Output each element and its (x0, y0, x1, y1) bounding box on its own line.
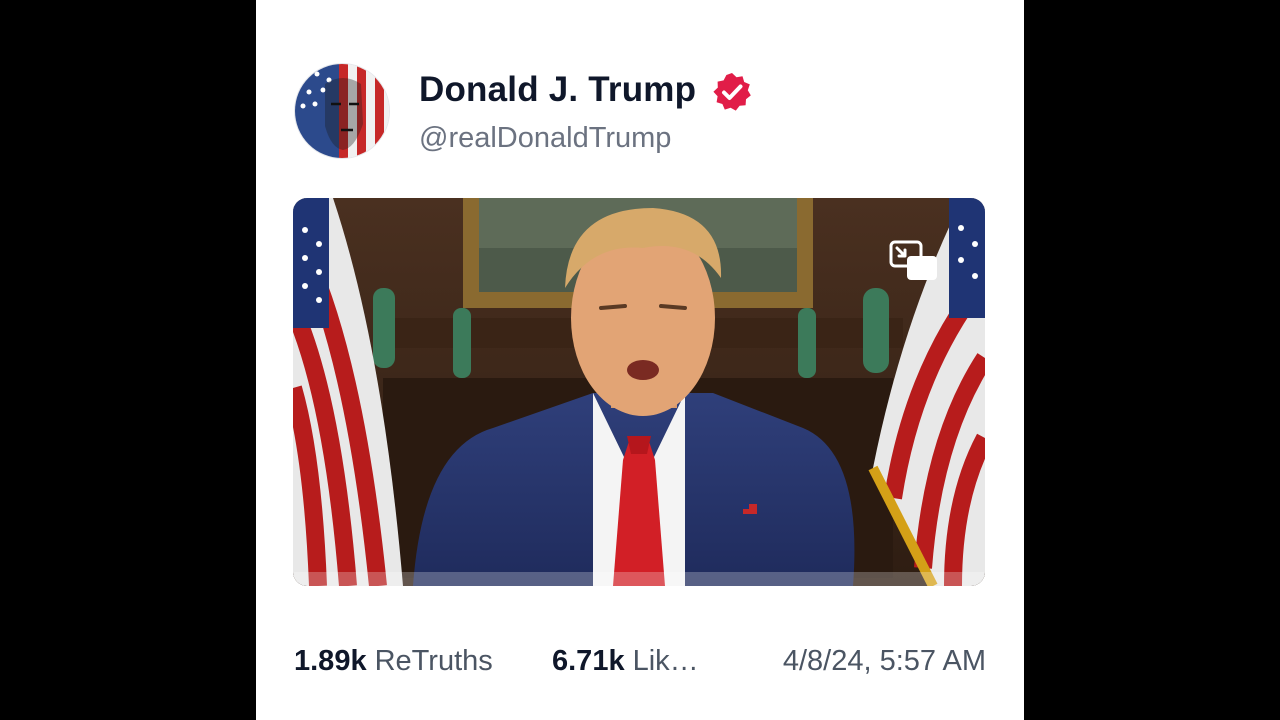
picture-in-picture-button[interactable] (889, 238, 939, 282)
video-progress-track[interactable] (293, 572, 985, 586)
author-avatar[interactable] (294, 63, 390, 159)
likes-label: Lik… (632, 645, 699, 677)
retruths-label: ReTruths (374, 645, 493, 677)
author-handle[interactable]: @realDonaldTrump (419, 122, 671, 155)
retruths-stat[interactable]: 1.89k ReTruths (294, 645, 493, 678)
post-timestamp[interactable]: 4/8/24, 5:57 AM (783, 645, 986, 678)
picture-in-picture-icon (889, 240, 937, 280)
likes-count: 6.71k (552, 645, 625, 677)
video-frame (293, 198, 985, 586)
likes-stat[interactable]: 6.71k Lik… (552, 645, 699, 678)
video-player[interactable] (293, 198, 985, 586)
post-stats: 1.89k ReTruths 6.71k Lik… 4/8/24, 5:57 AM (294, 645, 986, 685)
retruths-count: 1.89k (294, 645, 367, 677)
author-display-name[interactable]: Donald J. Trump (419, 70, 696, 110)
verified-badge-icon (711, 71, 753, 113)
post-card: Donald J. Trump @realDonaldTrump 1.89k R… (256, 0, 1024, 720)
